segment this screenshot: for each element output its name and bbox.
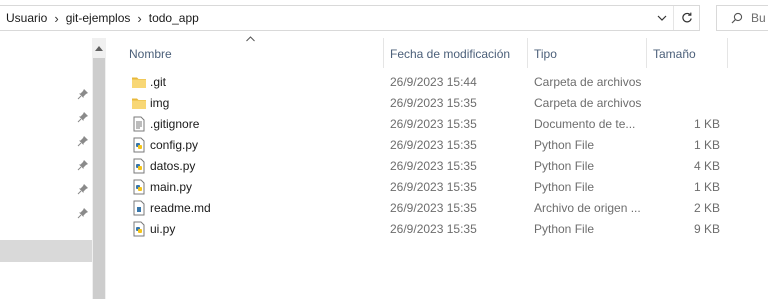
folder-icon	[131, 95, 147, 112]
breadcrumb: Usuario › git-ejemplos › todo_app	[0, 6, 201, 30]
scroll-up-button[interactable]	[92, 38, 106, 58]
python-file-icon	[131, 221, 147, 238]
file-size: 4 KB	[693, 159, 720, 173]
file-name: datos.py	[150, 159, 196, 173]
file-list[interactable]: Nombre Fecha de modificación Tipo Tamaño…	[106, 36, 768, 299]
file-row[interactable]: main.py 26/9/2023 15:35 Python File 1 KB	[126, 177, 726, 198]
file-name: img	[150, 96, 170, 110]
search-icon	[725, 12, 749, 24]
column-divider[interactable]	[527, 38, 528, 68]
column-header-name-label: Nombre	[129, 47, 172, 61]
column-header-type-label: Tipo	[534, 47, 557, 61]
file-type: Archivo de origen ...	[534, 201, 641, 215]
file-size	[660, 93, 720, 114]
file-row[interactable]: readme.md 26/9/2023 15:35 Archivo de orige…	[126, 198, 726, 219]
chevron-right-icon[interactable]: ›	[49, 12, 63, 25]
chevron-right-icon[interactable]: ›	[132, 12, 146, 25]
pin-icon	[76, 134, 90, 148]
column-header-size[interactable]: Tamaño	[653, 44, 696, 64]
file-type: Carpeta de archivos	[534, 96, 642, 110]
file-size	[660, 72, 720, 93]
file-row[interactable]: datos.py 26/9/2023 15:35 Python File 4 KB	[126, 156, 726, 177]
file-row[interactable]: .git 26/9/2023 15:44 Carpeta de archivos	[126, 72, 726, 93]
file-date: 26/9/2023 15:35	[390, 96, 477, 110]
markdown-file-icon	[131, 200, 147, 217]
file-date: 26/9/2023 15:35	[390, 159, 477, 173]
file-type: Documento de te...	[534, 117, 636, 131]
address-toolbar: Usuario › git-ejemplos › todo_app Bu	[0, 0, 768, 38]
file-type: Python File	[534, 138, 595, 152]
folder-icon	[131, 74, 147, 91]
text-file-icon	[131, 116, 147, 133]
address-history-dropdown[interactable]	[651, 6, 673, 30]
file-size: 9 KB	[693, 222, 720, 236]
column-header-date-label: Fecha de modificación	[390, 47, 511, 61]
caret-up-icon	[95, 45, 103, 51]
column-header-type[interactable]: Tipo	[534, 44, 557, 64]
breadcrumb-item-usuario[interactable]: Usuario	[4, 11, 49, 25]
navigation-pane[interactable]	[0, 38, 92, 299]
address-bar[interactable]: Usuario › git-ejemplos › todo_app	[0, 5, 700, 31]
refresh-button[interactable]	[673, 6, 699, 30]
python-file-icon	[131, 179, 147, 196]
file-name: readme.md	[150, 201, 211, 215]
search-placeholder: Bu	[751, 11, 766, 25]
file-name: ui.py	[150, 222, 176, 236]
file-row[interactable]: ui.py 26/9/2023 15:35 Python File 9 KB	[126, 219, 726, 240]
file-date: 26/9/2023 15:35	[390, 117, 477, 131]
file-type: Python File	[534, 222, 595, 236]
column-header-size-label: Tamaño	[653, 47, 696, 61]
pin-icon	[76, 87, 90, 101]
column-header-name[interactable]: Nombre	[129, 44, 172, 64]
file-size: 2 KB	[693, 201, 720, 215]
nav-selected-item[interactable]	[0, 240, 92, 262]
column-header-date[interactable]: Fecha de modificación	[390, 44, 510, 64]
file-size: 1 KB	[693, 138, 720, 152]
file-size: 1 KB	[693, 117, 720, 131]
file-name: .gitignore	[150, 117, 200, 131]
chevron-down-icon	[657, 15, 667, 21]
file-row[interactable]: img 26/9/2023 15:35 Carpeta de archivos	[126, 93, 726, 114]
file-date: 26/9/2023 15:35	[390, 180, 477, 194]
pin-icon	[76, 182, 90, 196]
file-name: main.py	[150, 180, 193, 194]
file-date: 26/9/2023 15:44	[390, 75, 477, 89]
nav-scrollbar[interactable]	[92, 38, 106, 299]
file-type: Carpeta de archivos	[534, 75, 642, 89]
pin-icon	[76, 206, 90, 220]
file-date: 26/9/2023 15:35	[390, 222, 477, 236]
refresh-icon	[681, 12, 692, 23]
pin-icon	[76, 158, 90, 172]
file-row[interactable]: config.py 26/9/2023 15:35 Python File 1 KB	[126, 135, 726, 156]
file-type: Python File	[534, 180, 595, 194]
scrollbar-thumb[interactable]	[93, 58, 105, 299]
file-size: 1 KB	[693, 180, 720, 194]
column-divider[interactable]	[727, 38, 728, 68]
breadcrumb-item-git-ejemplos[interactable]: git-ejemplos	[64, 11, 133, 25]
file-date: 26/9/2023 15:35	[390, 138, 477, 152]
file-date: 26/9/2023 15:35	[390, 201, 477, 215]
column-divider[interactable]	[646, 38, 647, 68]
file-type: Python File	[534, 159, 595, 173]
pin-icon	[76, 110, 90, 124]
file-row[interactable]: .gitignore 26/9/2023 15:35 Documento de te…	[126, 114, 726, 135]
column-divider[interactable]	[383, 38, 384, 68]
python-file-icon	[131, 137, 147, 154]
breadcrumb-item-todo-app[interactable]: todo_app	[147, 11, 201, 25]
search-box[interactable]: Bu	[716, 5, 768, 31]
file-name: config.py	[150, 138, 199, 152]
file-name: .git	[150, 75, 167, 89]
sort-ascending-icon	[246, 36, 255, 42]
python-file-icon	[131, 158, 147, 175]
